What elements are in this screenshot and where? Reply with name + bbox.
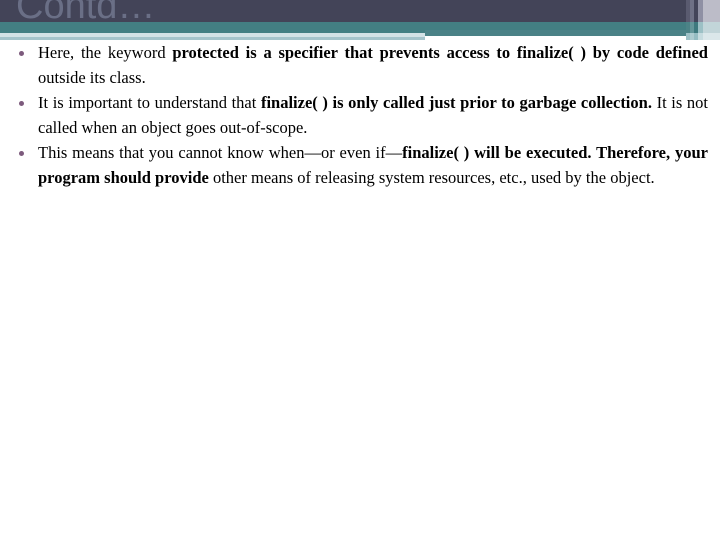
slide-title: Contd… <box>16 0 156 27</box>
bullet-text: It is important to understand that <box>38 93 261 112</box>
bullet-text: Here, the keyword <box>38 43 173 62</box>
slide-body: Here, the keyword protected is a specifi… <box>0 40 720 190</box>
bullet-text: outside its class. <box>38 68 146 87</box>
slide-title-clip: Contd… <box>0 0 686 36</box>
bullet-2: It is important to understand that final… <box>0 90 720 140</box>
bullet-3: This means that you cannot know when—or … <box>0 140 720 190</box>
slide-canvas: Contd… Here, the keyword protected is a … <box>0 0 720 540</box>
bullet-1: Here, the keyword protected is a specifi… <box>0 40 720 90</box>
accent-stripe-5-foot <box>703 33 720 40</box>
bullet-text: other means of releasing system resource… <box>208 168 655 187</box>
bullet-text: This means that you cannot know when—or … <box>38 143 403 162</box>
bullet-list: Here, the keyword protected is a specifi… <box>0 40 720 190</box>
bullet-emphasis: finalize( ) is only called just prior to… <box>260 93 652 112</box>
bullet-emphasis: protected is a specifier that prevents a… <box>172 43 708 62</box>
